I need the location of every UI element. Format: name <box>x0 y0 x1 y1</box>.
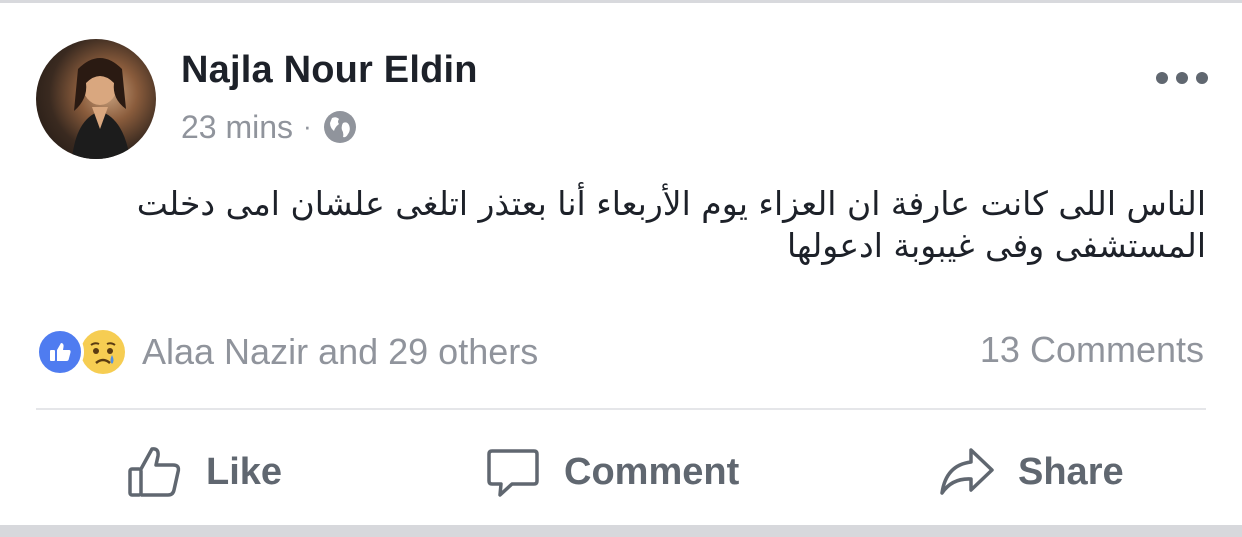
reactions-summary[interactable]: Alaa Nazir and 29 others <box>36 325 538 379</box>
globe-icon[interactable] <box>322 109 358 145</box>
avatar-photo <box>72 58 130 159</box>
feed-separator <box>0 525 1242 537</box>
share-arrow-icon <box>940 448 994 495</box>
comments-count[interactable]: 13 Comments <box>980 329 1204 371</box>
share-button[interactable]: Share <box>938 441 1124 503</box>
thumbs-up-icon <box>128 447 181 497</box>
comment-button[interactable]: Comment <box>484 441 739 503</box>
reactions-text[interactable]: Alaa Nazir and 29 others <box>142 331 538 373</box>
post-card: Najla Nour Eldin 23 mins · الناس اللى كا… <box>0 3 1242 525</box>
more-options-icon[interactable] <box>1156 69 1208 87</box>
like-label: Like <box>206 450 283 493</box>
comment-bubble-icon <box>487 449 539 497</box>
share-label: Share <box>1018 450 1124 493</box>
meta-separator: · <box>303 111 312 141</box>
comment-label: Comment <box>564 450 740 493</box>
divider <box>36 408 1206 410</box>
post-time[interactable]: 23 mins <box>181 109 293 146</box>
author-name[interactable]: Najla Nour Eldin <box>181 49 478 92</box>
like-button[interactable]: Like <box>126 441 282 503</box>
like-reaction-icon <box>36 328 84 376</box>
sad-reaction-icon <box>78 327 128 377</box>
post-meta: 23 mins · <box>181 106 358 148</box>
post-text: الناس اللى كانت عارفة ان العزاء يوم الأر… <box>136 184 1206 265</box>
avatar[interactable] <box>36 39 156 159</box>
